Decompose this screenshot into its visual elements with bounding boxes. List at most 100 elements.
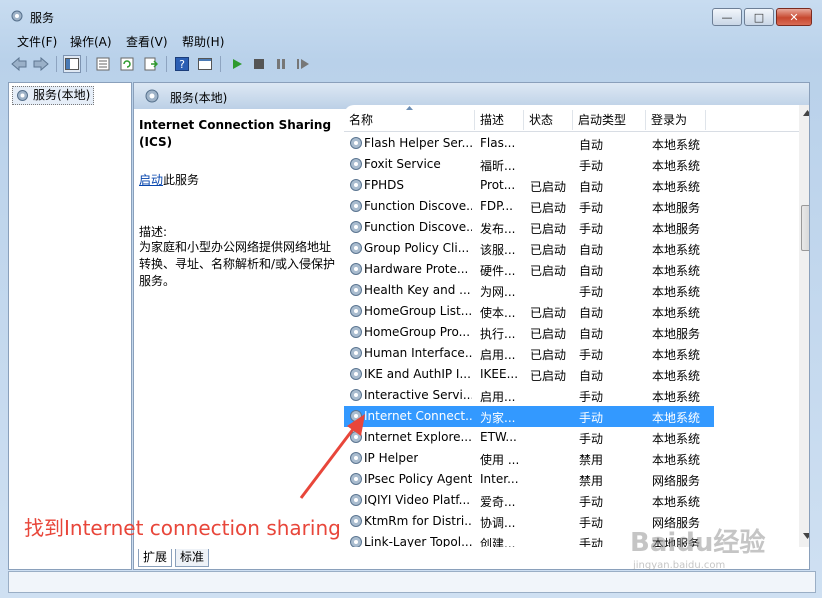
cell-name: Function Discove...: [364, 199, 472, 213]
cell-name: Health Key and ...: [364, 283, 471, 297]
tab-standard[interactable]: 标准: [175, 549, 210, 567]
help-button[interactable]: ?: [173, 55, 191, 73]
vertical-scrollbar[interactable]: [799, 105, 809, 547]
table-row[interactable]: IKE and AuthIP I... IKEE... 已启动 自动 本地系统: [344, 364, 714, 385]
menu-view[interactable]: 查看(V): [126, 33, 168, 50]
table-row[interactable]: HomeGroup Pro... 执行... 已启动 自动 本地服务: [344, 322, 714, 343]
refresh-button[interactable]: [118, 55, 136, 73]
toolbar-separator: [56, 56, 57, 72]
cell-logon: 本地系统: [652, 180, 701, 194]
table-row[interactable]: IP Helper 使用 ... 禁用 本地系统: [344, 448, 714, 469]
cell-desc: 启用...: [480, 390, 516, 404]
cell-logon: 本地系统: [652, 453, 701, 467]
table-row[interactable]: Function Discove... FDP... 已启动 手动 本地服务: [344, 196, 714, 217]
services-window: 服务 — □ ✕ 文件(F) 操作(A) 查看(V) 帮助(H) ? 服务(本地…: [0, 0, 822, 598]
table-row[interactable]: Group Policy Cli... 该服... 已启动 自动 本地系统: [344, 238, 714, 259]
toolbar-separator: [220, 56, 221, 72]
service-gear-icon: [350, 536, 362, 547]
table-row[interactable]: IQIYI Video Platf... 爱奇... 手动 本地系统: [344, 490, 714, 511]
cell-desc: 启用...: [480, 348, 516, 362]
restart-service-button[interactable]: [294, 55, 312, 73]
table-row[interactable]: Hardware Prote... 硬件... 已启动 自动 本地系统: [344, 259, 714, 280]
table-row[interactable]: IPsec Policy Agent Inter... 禁用 网络服务: [344, 469, 714, 490]
tree-item-label: 服务(本地): [33, 88, 91, 102]
cell-name: HomeGroup List...: [364, 304, 472, 318]
scrollbar-thumb[interactable]: [801, 205, 809, 251]
cell-logon: 本地服务: [652, 222, 701, 236]
menu-help[interactable]: 帮助(H): [182, 33, 224, 50]
close-button[interactable]: ✕: [776, 8, 812, 26]
restart-icon: [297, 59, 309, 69]
cell-startup: 自动: [579, 306, 604, 320]
console-tree-icon: [65, 58, 79, 70]
cell-desc: 协调...: [480, 516, 516, 530]
cell-desc: 该服...: [480, 243, 516, 257]
cell-logon: 本地系统: [652, 348, 701, 362]
scroll-down-arrow-icon[interactable]: [803, 533, 809, 539]
cell-logon: 本地系统: [652, 369, 701, 383]
refresh-icon: [120, 57, 134, 71]
column-header-description[interactable]: 描述: [475, 110, 524, 130]
minimize-button[interactable]: —: [712, 8, 742, 26]
back-button[interactable]: [10, 55, 28, 73]
cell-desc: IKEE...: [480, 367, 519, 381]
cell-name: Human Interface...: [364, 346, 472, 360]
toolbar: ?: [8, 51, 814, 79]
stop-service-button[interactable]: [250, 55, 268, 73]
table-row[interactable]: Function Discove... 发布... 已启动 手动 本地服务: [344, 217, 714, 238]
column-header-status[interactable]: 状态: [524, 110, 573, 130]
cell-startup: 手动: [579, 285, 604, 299]
maximize-button[interactable]: □: [744, 8, 774, 26]
properties-button[interactable]: [94, 55, 112, 73]
cell-name: Internet Connect...: [364, 409, 472, 423]
cell-desc: 执行...: [480, 327, 516, 341]
show-action-pane-button[interactable]: [196, 55, 214, 73]
tree-item-services-local[interactable]: 服务(本地): [12, 86, 95, 105]
tab-extended[interactable]: 扩展: [138, 549, 173, 567]
table-row[interactable]: Flash Helper Ser... Flas... 自动 本地系统: [344, 133, 714, 154]
table-row[interactable]: FPHDS Prot... 已启动 自动 本地系统: [344, 175, 714, 196]
service-gear-icon: [350, 347, 362, 359]
column-header-startup-type[interactable]: 启动类型: [573, 110, 646, 130]
table-row[interactable]: Internet Explore... ETW... 手动 本地系统: [344, 427, 714, 448]
cell-status: 已启动: [530, 369, 567, 383]
column-header-label: 启动类型: [578, 113, 627, 127]
pause-service-button[interactable]: [272, 55, 290, 73]
start-service-link[interactable]: 启动: [139, 173, 163, 187]
cell-logon: 本地系统: [652, 495, 701, 509]
column-header-name[interactable]: 名称: [344, 110, 475, 130]
menu-file[interactable]: 文件(F): [17, 33, 57, 50]
cell-logon: 本地系统: [652, 285, 701, 299]
status-bar: [8, 571, 816, 593]
title-bar[interactable]: 服务 — □ ✕: [0, 0, 822, 30]
table-row[interactable]: HomeGroup List... 使本... 已启动 自动 本地系统: [344, 301, 714, 322]
header-divider: [344, 131, 799, 132]
table-row[interactable]: Foxit Service 福昕... 手动 本地系统: [344, 154, 714, 175]
column-header-label: 登录为: [651, 113, 688, 127]
cell-name: FPHDS: [364, 178, 405, 192]
play-icon: [233, 59, 242, 69]
cell-name: Function Discove...: [364, 220, 472, 234]
table-row[interactable]: Health Key and ... 为网... 手动 本地系统: [344, 280, 714, 301]
cell-startup: 手动: [579, 348, 604, 362]
services-list: 名称 描述 状态 启动类型 登录为 Flash Helper Ser... Fla…: [344, 105, 809, 547]
table-row[interactable]: Human Interface... 启用... 已启动 手动 本地系统: [344, 343, 714, 364]
cell-desc: 硬件...: [480, 264, 516, 278]
column-header-logon-as[interactable]: 登录为: [646, 110, 706, 130]
svg-text:?: ?: [179, 58, 185, 71]
table-row[interactable]: Internet Connect... 为家... 手动 本地系统: [344, 406, 714, 427]
show-hide-console-tree-button[interactable]: [63, 55, 81, 73]
table-row[interactable]: Interactive Servi... 启用... 手动 本地系统: [344, 385, 714, 406]
menu-action[interactable]: 操作(A): [70, 33, 112, 50]
cell-startup: 手动: [579, 516, 604, 530]
cell-name: Group Policy Cli...: [364, 241, 470, 255]
start-service-button[interactable]: [228, 55, 246, 73]
cell-desc: FDP...: [480, 199, 513, 213]
scroll-up-arrow-icon[interactable]: [803, 110, 809, 116]
description-text: 为家庭和小型办公网络提供网络地址转换、寻址、名称解析和/或入侵保护服务。: [139, 240, 336, 288]
forward-button[interactable]: [32, 55, 50, 73]
cell-desc: 为家...: [480, 411, 516, 425]
cell-status: 已启动: [530, 348, 567, 362]
export-list-button[interactable]: [142, 55, 160, 73]
cell-startup: 自动: [579, 243, 604, 257]
